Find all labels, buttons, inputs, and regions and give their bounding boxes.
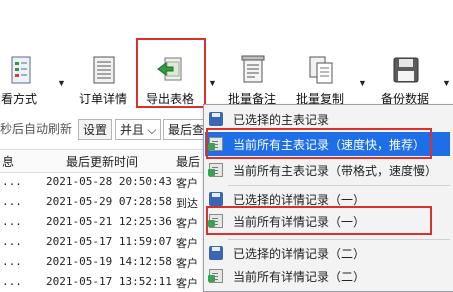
batch-note-button[interactable]: 批量备注 (226, 52, 278, 110)
menu-item-label: 已选择的主表记录 (233, 112, 330, 127)
order-detail-icon (88, 54, 118, 86)
excel-sheet-icon (208, 269, 223, 283)
batch-copy-button[interactable]: 批量复制 (294, 52, 346, 110)
save-disk-icon (209, 192, 223, 206)
save-disk-icon (209, 246, 223, 260)
view-mode-icon (4, 54, 34, 86)
view-mode-label: 看方式 (0, 92, 37, 106)
backup-data-button[interactable]: 备份数据 (378, 52, 432, 110)
batch-copy-caret-icon[interactable]: ▼ (358, 78, 367, 88)
menu-highlight-fast (206, 128, 432, 159)
toolbar: 看方式 ▼ 订单详情 导出表格 ▼ 批量备注 批量复制 ▼ 备份数据 ▼ (0, 0, 453, 112)
export-table-caret-icon[interactable]: ▼ (208, 78, 217, 88)
column-header[interactable]: 最后 (176, 153, 200, 170)
menu-separator (228, 185, 450, 186)
column-header-last-update[interactable]: 最后更新时间 (66, 153, 138, 170)
logic-select-value: 并且 (120, 123, 145, 137)
view-mode-caret-icon[interactable]: ▼ (57, 78, 66, 88)
backup-data-icon (390, 54, 420, 86)
excel-sheet-icon (208, 163, 223, 177)
column-header[interactable]: 息 (2, 153, 14, 170)
menu-item-label: 当前所有详情记录（二） (233, 269, 366, 284)
table-cell-time: 2021-05-28 20:50:43 (46, 175, 172, 188)
table-cell: 到达 (176, 197, 198, 210)
menu-item-label: 已选择的详情记录（一） (233, 192, 366, 207)
menu-separator (228, 239, 450, 240)
save-disk-icon (209, 112, 223, 126)
view-mode-button[interactable]: 看方式 (0, 52, 44, 110)
export-table-highlight (136, 38, 206, 108)
table-cell-time: 2021-05-17 11:59:07 (46, 235, 172, 248)
settings-button[interactable]: 设置 (78, 119, 113, 140)
table-cell: 客户 (176, 177, 198, 190)
table-cell: 客户 (176, 217, 198, 230)
table-cell: ... (2, 275, 22, 288)
order-detail-button[interactable]: 订单详情 (75, 52, 131, 110)
batch-copy-icon (305, 54, 335, 86)
menu-item-label: 已选择的详情记录（二） (233, 246, 366, 261)
table-cell: ... (2, 175, 22, 188)
auto-refresh-text: 秒后自动刷新 (0, 122, 73, 136)
table-cell-time: 2021-05-21 12:25:36 (46, 215, 172, 228)
backup-data-caret-icon[interactable]: ▼ (442, 78, 451, 88)
table-cell-time: 2021-05-17 13:52:11 (46, 275, 172, 288)
order-detail-label: 订单详情 (78, 92, 127, 106)
menu-highlight-detail-1 (206, 206, 432, 235)
table-cell: 客户 (176, 257, 198, 270)
menu-item-selected-detail-2[interactable]: 已选择的详情记录（二） (205, 241, 450, 265)
logic-select[interactable]: 并且 ⌵ (115, 119, 162, 140)
table-cell: ... (2, 215, 22, 228)
table-cell: 客户 (176, 277, 198, 290)
table-cell: ... (2, 235, 22, 248)
menu-item-all-master-formatted[interactable]: 当前所有主表记录（带格式，速度慢） (205, 158, 450, 182)
chevron-down-icon: ⌵ (147, 123, 157, 137)
batch-note-icon (237, 54, 267, 86)
menu-item-all-detail-2[interactable]: 当前所有详情记录（二） (205, 264, 450, 288)
export-dropdown-menu: 已选择的主表记录 当前所有主表记录（速度快，推荐） 当前所有主表记录（带格式，速… (203, 104, 453, 292)
table-cell: ... (2, 255, 22, 268)
table-cell-time: 2021-05-19 14:12:58 (46, 255, 172, 268)
menu-item-label: 当前所有主表记录（带格式，速度慢） (233, 163, 438, 178)
table-cell: 客户 (176, 237, 198, 250)
table-cell: ... (2, 195, 22, 208)
table-cell-time: 2021-05-29 07:28:58 (46, 195, 172, 208)
